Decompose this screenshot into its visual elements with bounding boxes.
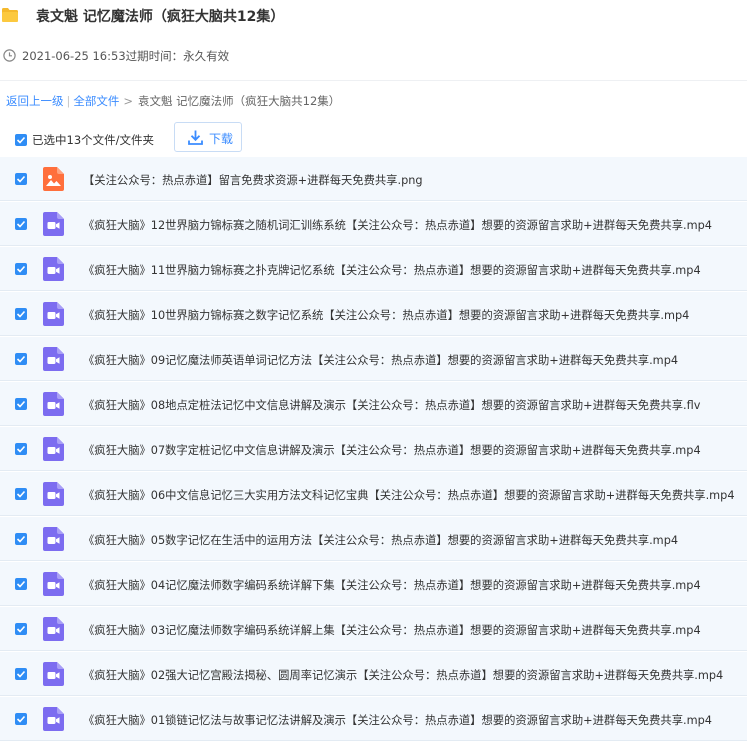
- file-checkbox[interactable]: [15, 443, 27, 455]
- file-row[interactable]: 【关注公众号：热点赤道】留言免费求资源+进群每天免费共享.png: [0, 157, 747, 201]
- file-row[interactable]: 《疯狂大脑》09记忆魔法师英语单词记忆方法【关注公众号：热点赤道】想要的资源留言…: [0, 337, 747, 381]
- checkbox-checked-icon: [16, 670, 26, 678]
- file-checkbox[interactable]: [15, 173, 27, 185]
- video-file-icon: [43, 572, 64, 596]
- checkbox-checked-icon: [16, 715, 26, 723]
- file-checkbox[interactable]: [15, 578, 27, 590]
- video-file-icon: [43, 392, 64, 416]
- video-file-icon: [43, 527, 64, 551]
- file-name[interactable]: 【关注公众号：热点赤道】留言免费求资源+进群每天免费共享.png: [83, 172, 423, 188]
- checkbox-checked-icon: [16, 535, 26, 543]
- file-row[interactable]: 《疯狂大脑》02强大记忆宫殿法揭秘、圆周率记忆演示【关注公众号：热点赤道】想要的…: [0, 652, 747, 696]
- checkbox-checked-icon: [16, 445, 26, 453]
- video-file-icon: [43, 662, 64, 686]
- checkbox-checked-icon: [16, 265, 26, 273]
- folder-icon: [2, 8, 18, 22]
- file-checkbox[interactable]: [15, 533, 27, 545]
- divider: [0, 80, 747, 81]
- file-name[interactable]: 《疯狂大脑》08地点定桩法记忆中文信息讲解及演示【关注公众号：热点赤道】想要的资…: [83, 397, 700, 413]
- video-file-icon: [43, 347, 64, 371]
- download-label: 下载: [209, 132, 234, 146]
- file-row[interactable]: 《疯狂大脑》01锁链记忆法与故事记忆法讲解及演示【关注公众号：热点赤道】想要的资…: [0, 697, 747, 741]
- file-row[interactable]: 《疯狂大脑》03记忆魔法师数字编码系统详解上集【关注公众号：热点赤道】想要的资源…: [0, 607, 747, 651]
- file-row[interactable]: 《疯狂大脑》12世界脑力锦标赛之随机词汇训练系统【关注公众号：热点赤道】想要的资…: [0, 202, 747, 246]
- video-file-icon: [43, 617, 64, 641]
- download-button[interactable]: 下载: [174, 122, 242, 152]
- selection-toolbar: 已选中13个文件/文件夹 下载: [0, 122, 747, 156]
- selected-count-label: 已选中13个文件/文件夹: [32, 133, 155, 147]
- file-checkbox[interactable]: [15, 713, 27, 725]
- file-checkbox[interactable]: [15, 353, 27, 365]
- checkbox-checked-icon: [16, 310, 26, 318]
- file-row[interactable]: 《疯狂大脑》07数字定桩记忆中文信息讲解及演示【关注公众号：热点赤道】想要的资源…: [0, 427, 747, 471]
- select-all-checkbox[interactable]: [15, 134, 27, 146]
- share-header: 袁文魁 记忆魔法师（疯狂大脑共12集） 2021-06-25 16:53过期时间…: [0, 0, 747, 80]
- breadcrumb-arrow: >: [123, 94, 134, 108]
- file-name[interactable]: 《疯狂大脑》05数字记忆在生活中的运用方法【关注公众号：热点赤道】想要的资源留言…: [83, 532, 678, 548]
- video-file-icon: [43, 437, 64, 461]
- checkbox-checked-icon: [16, 175, 26, 183]
- checkbox-checked-icon: [16, 580, 26, 588]
- video-file-icon: [43, 212, 64, 236]
- checkbox-checked-icon: [16, 136, 26, 144]
- file-checkbox[interactable]: [15, 488, 27, 500]
- breadcrumb-separator: |: [66, 94, 71, 108]
- file-name[interactable]: 《疯狂大脑》11世界脑力锦标赛之扑克牌记忆系统【关注公众号：热点赤道】想要的资源…: [83, 262, 701, 278]
- file-checkbox[interactable]: [15, 263, 27, 275]
- share-meta: 2021-06-25 16:53过期时间：永久有效: [22, 49, 230, 63]
- file-row[interactable]: 《疯狂大脑》11世界脑力锦标赛之扑克牌记忆系统【关注公众号：热点赤道】想要的资源…: [0, 247, 747, 291]
- file-name[interactable]: 《疯狂大脑》07数字定桩记忆中文信息讲解及演示【关注公众号：热点赤道】想要的资源…: [83, 442, 701, 458]
- file-row[interactable]: 《疯狂大脑》06中文信息记忆三大实用方法文科记忆宝典【关注公众号：热点赤道】想要…: [0, 472, 747, 516]
- checkbox-checked-icon: [16, 220, 26, 228]
- breadcrumb-current: 袁文魁 记忆魔法师（疯狂大脑共12集）: [138, 94, 341, 108]
- video-file-icon: [43, 707, 64, 731]
- file-name[interactable]: 《疯狂大脑》04记忆魔法师数字编码系统详解下集【关注公众号：热点赤道】想要的资源…: [83, 577, 701, 593]
- download-icon: [188, 130, 203, 145]
- file-checkbox[interactable]: [15, 398, 27, 410]
- file-name[interactable]: 《疯狂大脑》03记忆魔法师数字编码系统详解上集【关注公众号：热点赤道】想要的资源…: [83, 622, 701, 638]
- checkbox-checked-icon: [16, 355, 26, 363]
- video-file-icon: [43, 257, 64, 281]
- file-name[interactable]: 《疯狂大脑》02强大记忆宫殿法揭秘、圆周率记忆演示【关注公众号：热点赤道】想要的…: [83, 667, 723, 683]
- file-checkbox[interactable]: [15, 668, 27, 680]
- all-files-link[interactable]: 全部文件: [73, 94, 119, 108]
- image-file-icon: [43, 167, 64, 191]
- file-name[interactable]: 《疯狂大脑》06中文信息记忆三大实用方法文科记忆宝典【关注公众号：热点赤道】想要…: [83, 487, 735, 503]
- page-title: 袁文魁 记忆魔法师（疯狂大脑共12集）: [36, 9, 285, 25]
- video-file-icon: [43, 482, 64, 506]
- file-name[interactable]: 《疯狂大脑》12世界脑力锦标赛之随机词汇训练系统【关注公众号：热点赤道】想要的资…: [83, 217, 712, 233]
- file-checkbox[interactable]: [15, 218, 27, 230]
- file-row[interactable]: 《疯狂大脑》05数字记忆在生活中的运用方法【关注公众号：热点赤道】想要的资源留言…: [0, 517, 747, 561]
- video-file-icon: [43, 302, 64, 326]
- file-name[interactable]: 《疯狂大脑》09记忆魔法师英语单词记忆方法【关注公众号：热点赤道】想要的资源留言…: [83, 352, 678, 368]
- file-row[interactable]: 《疯狂大脑》04记忆魔法师数字编码系统详解下集【关注公众号：热点赤道】想要的资源…: [0, 562, 747, 606]
- checkbox-checked-icon: [16, 490, 26, 498]
- back-link[interactable]: 返回上一级: [6, 94, 64, 108]
- clock-icon: [3, 49, 16, 62]
- file-name[interactable]: 《疯狂大脑》10世界脑力锦标赛之数字记忆系统【关注公众号：热点赤道】想要的资源留…: [83, 307, 689, 323]
- checkbox-checked-icon: [16, 625, 26, 633]
- breadcrumb: 返回上一级 | 全部文件 > 袁文魁 记忆魔法师（疯狂大脑共12集）: [6, 93, 340, 109]
- checkbox-checked-icon: [16, 400, 26, 408]
- file-row[interactable]: 《疯狂大脑》10世界脑力锦标赛之数字记忆系统【关注公众号：热点赤道】想要的资源留…: [0, 292, 747, 336]
- file-checkbox[interactable]: [15, 623, 27, 635]
- file-checkbox[interactable]: [15, 308, 27, 320]
- file-row[interactable]: 《疯狂大脑》08地点定桩法记忆中文信息讲解及演示【关注公众号：热点赤道】想要的资…: [0, 382, 747, 426]
- file-name[interactable]: 《疯狂大脑》01锁链记忆法与故事记忆法讲解及演示【关注公众号：热点赤道】想要的资…: [83, 712, 712, 728]
